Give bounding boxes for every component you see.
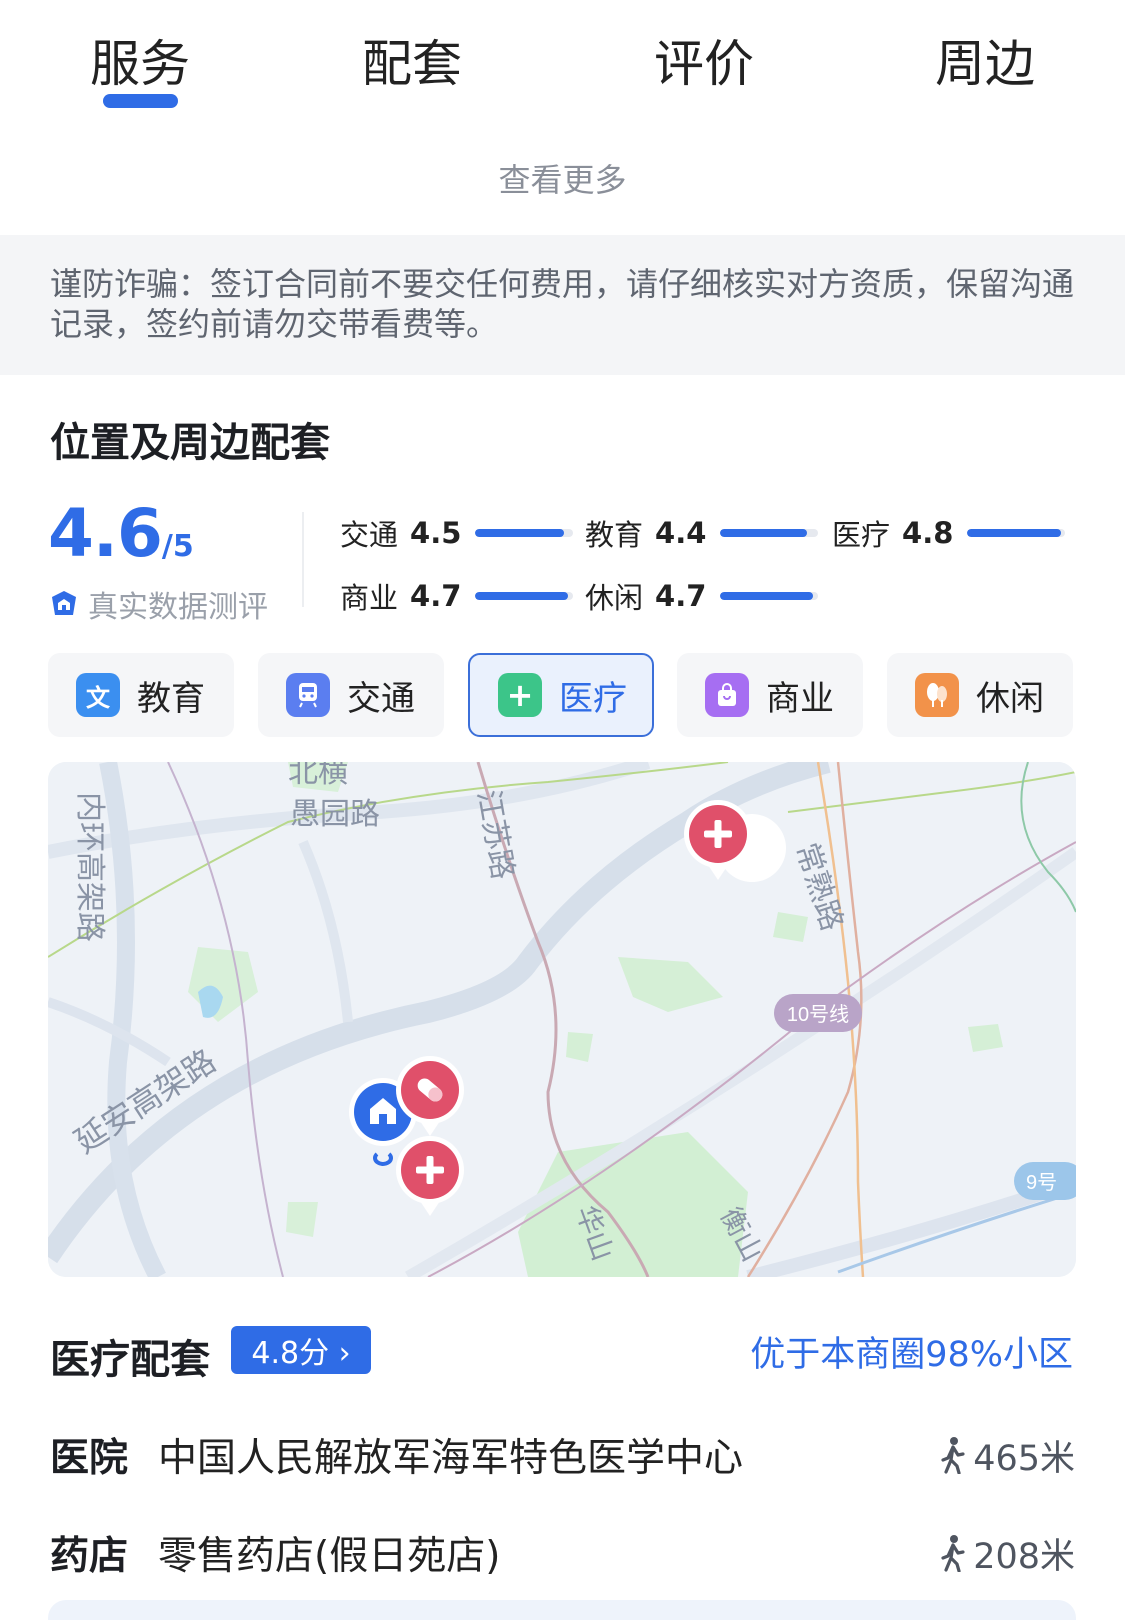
tab-nearby[interactable]: 周边 [935,24,1035,96]
sub-score-leisure: 休闲 4.7 [585,575,819,617]
medical-title: 医疗配套 [50,1337,210,1383]
medical-comparison[interactable]: 优于本商圈98%小区 [750,1326,1073,1377]
score-value: 4.6 [48,495,163,572]
poi-distance-text: 208米 [973,1536,1075,1577]
score-bar [720,529,819,537]
score-bar [967,529,1066,537]
poi-type: 医院 [50,1436,129,1481]
section-title: 位置及周边配套 [50,420,330,466]
metro-badge-9-label: 9号 [1026,1172,1057,1194]
map-label-yuyuan: 愚园路 [290,798,380,831]
map-label-beiheng: 北横 [288,762,348,789]
score-bar-fill [475,592,568,600]
category-label: 教育 [137,678,205,719]
score-bar [720,592,819,600]
category-medical-button[interactable]: + 医疗 [468,653,654,737]
real-data-label: 真实数据测评 [48,582,268,626]
park-area [773,912,808,942]
category-label: 医疗 [559,678,627,719]
book-icon: 文 [76,673,120,717]
score-bar [475,592,574,600]
tab-service[interactable]: 服务 [90,24,190,96]
park-area [968,1024,1003,1052]
sub-score-label: 休闲 [585,581,644,615]
poi-distance: 465米 [939,1430,1075,1481]
sub-score-value: 4.4 [655,516,707,550]
active-tab-indicator [103,94,178,108]
park-area [286,1202,318,1237]
sub-score-value: 4.7 [410,579,462,613]
poi-distance: 208米 [939,1528,1075,1579]
sub-score-label: 交通 [340,518,399,552]
score-bar [475,529,574,537]
location-map[interactable]: 北横 愚园路 江苏路 内环高架路 常熟路 延安高架路 华山 衡山 10号线 9号 [48,762,1076,1277]
sub-score-value: 4.5 [410,516,462,550]
score-denominator: /5 [161,529,194,564]
leisure-icon [915,673,959,717]
sub-score-value: 4.7 [655,579,707,613]
sub-score-label: 医疗 [832,518,891,552]
sub-score-label: 商业 [340,581,399,615]
category-commerce-button[interactable]: 商业 [677,653,863,737]
score-divider [302,512,304,607]
medical-cross-icon: + [498,673,542,717]
walking-icon [941,1535,965,1572]
train-icon [286,673,330,717]
category-leisure-button[interactable]: 休闲 [887,653,1073,737]
sub-score-medical: 医疗 4.8 [832,512,1066,554]
score-bar-fill [475,529,564,537]
category-traffic-button[interactable]: 交通 [258,653,444,737]
sub-score-education: 教育 4.4 [585,512,819,554]
fraud-warning: 谨防诈骗：签订合同前不要交任何费用，请仔细核实对方资质，保留沟通记录，签约前请勿… [0,235,1125,375]
metro-badge-10-label: 10号线 [787,1003,849,1026]
category-label: 交通 [347,678,415,719]
score-bar-fill [720,592,813,600]
poi-row[interactable]: 医院 中国人民解放军海军特色医学中心 465米 [50,1427,1075,1483]
next-card [48,1600,1076,1620]
category-education-button[interactable]: 文 教育 [48,653,234,737]
poi-type: 药店 [50,1534,129,1579]
tab-reviews[interactable]: 评价 [654,24,754,96]
map-label-neihuan: 内环高架路 [73,792,106,942]
medical-score-badge[interactable]: 4.8分 › [231,1326,371,1374]
poi-distance-text: 465米 [973,1438,1075,1479]
poi-name: 中国人民解放军海军特色医学中心 [158,1436,744,1481]
shopping-bag-icon [705,673,749,717]
real-data-text: 真实数据测评 [88,590,268,625]
category-label: 商业 [766,678,834,719]
walking-icon [941,1437,965,1474]
sub-score-value: 4.8 [902,516,954,550]
poi-row[interactable]: 药店 零售药店(假日苑店) 208米 [50,1525,1075,1581]
sub-score-commerce: 商业 4.7 [340,575,574,617]
score-bar-fill [720,529,807,537]
see-more-link[interactable]: 查看更多 [0,155,1125,201]
verified-shield-icon [52,591,76,615]
sub-score-traffic: 交通 4.5 [340,512,574,554]
category-label: 休闲 [976,678,1044,719]
sub-score-label: 教育 [585,518,644,552]
tab-bar: 服务 配套 评价 周边 [0,0,1125,125]
overall-score: 4.6/5 [48,495,194,572]
poi-name: 零售药店(假日苑店) [158,1534,501,1579]
tab-facilities[interactable]: 配套 [362,24,462,96]
score-bar-fill [967,529,1062,537]
